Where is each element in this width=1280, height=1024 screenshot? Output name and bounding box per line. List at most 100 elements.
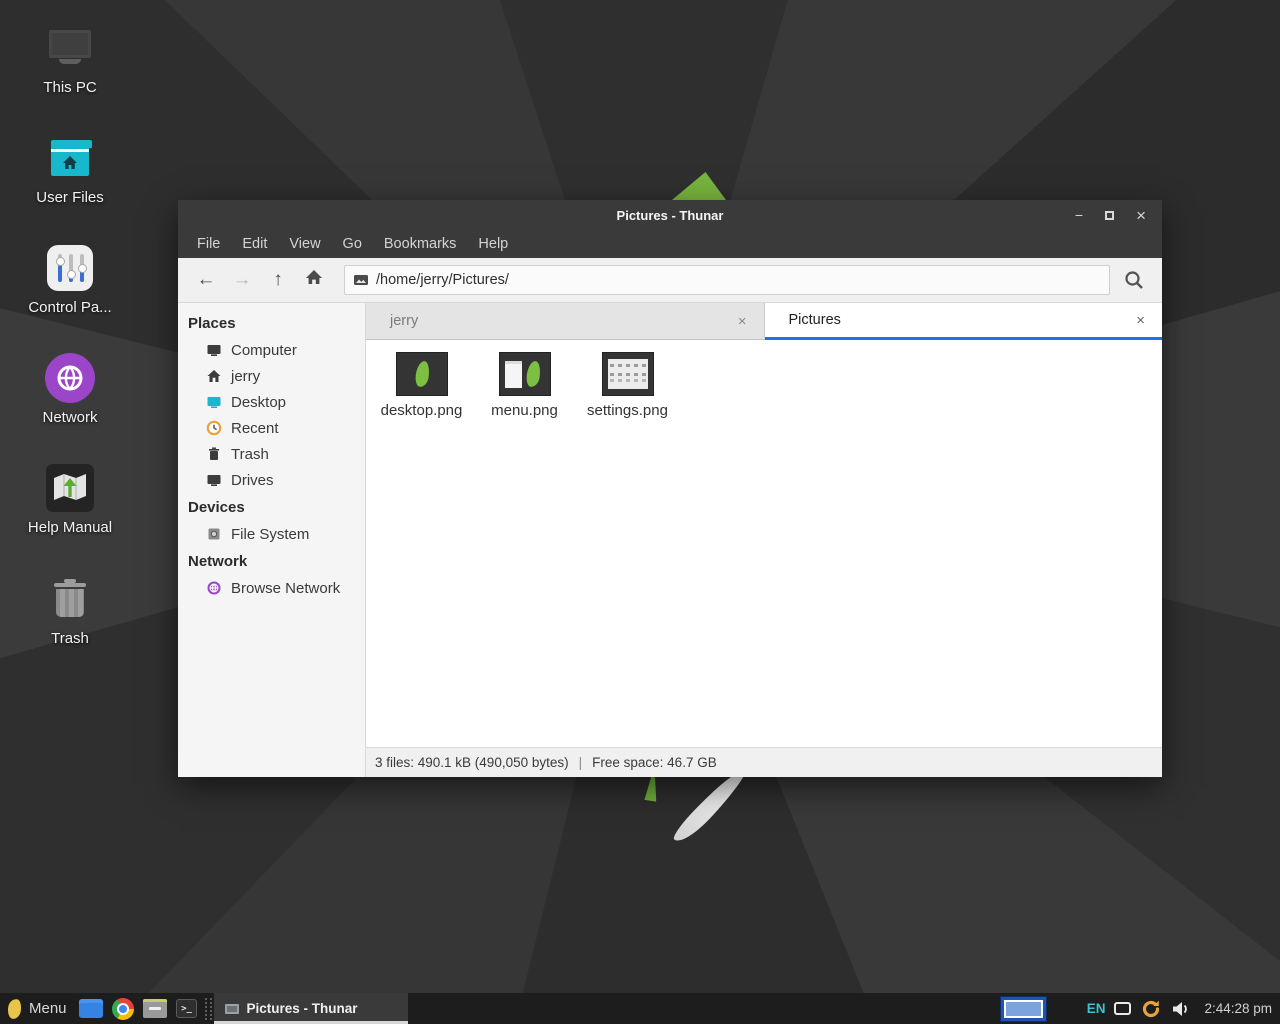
sidebar-item-label: Computer — [231, 342, 297, 359]
computer-icon — [45, 23, 95, 73]
launcher-file-manager[interactable] — [75, 993, 107, 1024]
maximize-icon — [1105, 211, 1114, 220]
titlebar[interactable]: Pictures - Thunar − × — [178, 200, 1162, 230]
recent-clock-icon — [206, 420, 222, 436]
clock[interactable]: 2:44:28 pm — [1204, 1001, 1272, 1016]
chrome-icon — [112, 998, 134, 1020]
menu-button-label: Menu — [29, 1000, 67, 1017]
menu-logo-icon — [7, 998, 23, 1020]
desktop-icon-help-manual[interactable]: Help Manual — [10, 463, 130, 536]
taskbar: Menu >_ Pictures - Thunar EN 2:44:28 — [0, 993, 1280, 1024]
tab-jerry[interactable]: jerry × — [366, 303, 765, 340]
file-name: desktop.png — [370, 402, 473, 419]
desktop-icon-label: Help Manual — [10, 519, 130, 536]
tab-close-icon[interactable]: × — [1136, 312, 1145, 329]
menu-view[interactable]: View — [278, 236, 331, 252]
volume-icon[interactable] — [1171, 1001, 1191, 1017]
task-button-thunar[interactable]: Pictures - Thunar — [214, 993, 408, 1024]
search-button[interactable] — [1114, 269, 1154, 291]
file-name: menu.png — [473, 402, 576, 419]
status-free-space-text: Free space: 46.7 GB — [592, 755, 717, 770]
sidebar-item-label: Drives — [231, 472, 274, 489]
trash-icon — [45, 574, 95, 624]
sidebar-item-label: Browse Network — [231, 580, 340, 597]
thunar-window: Pictures - Thunar − × File Edit View Go … — [178, 200, 1162, 777]
status-separator: | — [579, 755, 583, 770]
drive-icon — [206, 526, 222, 542]
desktop-icon-user-files[interactable]: User Files — [10, 133, 130, 206]
help-manual-icon — [45, 463, 95, 513]
file-item-settings-png[interactable]: settings.png — [576, 348, 679, 419]
updates-available-icon[interactable] — [1140, 998, 1162, 1020]
clipboard-icon[interactable] — [1114, 1002, 1131, 1015]
keyboard-layout-indicator[interactable]: EN — [1087, 1001, 1106, 1016]
back-button[interactable]: ← — [190, 269, 222, 291]
desktop-icon-this-pc[interactable]: This PC — [10, 23, 130, 96]
home-button[interactable] — [298, 269, 330, 291]
tab-pictures[interactable]: Pictures × — [765, 303, 1163, 340]
maximize-button[interactable] — [1105, 208, 1114, 222]
terminal-icon: >_ — [176, 999, 197, 1018]
sidebar-section-devices: Devices — [178, 493, 365, 521]
applications-menu-button[interactable]: Menu — [0, 993, 75, 1024]
up-button[interactable]: ↑ — [262, 269, 294, 291]
tasklist-grip-handle[interactable] — [205, 998, 212, 1020]
sidebar-item-drives[interactable]: Drives — [178, 467, 365, 493]
minimize-button[interactable]: − — [1075, 208, 1083, 222]
toolbar: ← → ↑ /home/jerry/Pictures/ — [178, 258, 1162, 303]
desktop-icon-control-panel[interactable]: Control Pa... — [10, 243, 130, 316]
sidebar-item-computer[interactable]: Computer — [178, 337, 365, 363]
image-file-icon — [353, 273, 369, 287]
home-icon — [305, 269, 323, 285]
sidebar-item-label: File System — [231, 526, 309, 543]
image-thumbnail — [602, 352, 654, 396]
file-view[interactable]: desktop.png menu.png settings.png — [366, 340, 1162, 747]
desktop-icon-label: Control Pa... — [10, 299, 130, 316]
menubar: File Edit View Go Bookmarks Help — [178, 230, 1162, 258]
sidebar-item-file-system[interactable]: File System — [178, 521, 365, 547]
menu-help[interactable]: Help — [467, 236, 519, 252]
image-thumbnail — [396, 352, 448, 396]
menu-file[interactable]: File — [186, 236, 231, 252]
launcher-terminal[interactable]: >_ — [171, 993, 203, 1024]
status-bar: 3 files: 490.1 kB (490,050 bytes) | Free… — [366, 747, 1162, 777]
menu-go[interactable]: Go — [332, 236, 373, 252]
close-button[interactable]: × — [1136, 207, 1146, 224]
network-globe-icon — [45, 353, 95, 403]
sidebar-item-browse-network[interactable]: Browse Network — [178, 575, 365, 601]
file-name: settings.png — [576, 402, 679, 419]
drives-icon — [206, 472, 222, 488]
forward-button[interactable]: → — [226, 269, 258, 291]
trash-icon — [206, 446, 222, 462]
desktop-icon-trash[interactable]: Trash — [10, 574, 130, 647]
sidebar-section-places: Places — [178, 309, 365, 337]
status-files-text: 3 files: 490.1 kB (490,050 bytes) — [375, 755, 569, 770]
file-item-desktop-png[interactable]: desktop.png — [370, 348, 473, 419]
path-text: /home/jerry/Pictures/ — [376, 272, 509, 288]
launcher-chrome[interactable] — [107, 993, 139, 1024]
sidebar-item-label: Trash — [231, 446, 269, 463]
sidebar-section-network: Network — [178, 547, 365, 575]
tab-bar: jerry × Pictures × — [366, 303, 1162, 340]
sidebar-item-desktop[interactable]: Desktop — [178, 389, 365, 415]
sidebar-item-trash[interactable]: Trash — [178, 441, 365, 467]
search-icon — [1123, 269, 1145, 291]
computer-icon — [206, 342, 222, 358]
control-panel-icon — [45, 243, 95, 293]
desktop-icon-label: Trash — [10, 630, 130, 647]
tab-close-icon[interactable]: × — [738, 313, 747, 330]
menu-bookmarks[interactable]: Bookmarks — [373, 236, 468, 252]
desktop-icon — [206, 394, 222, 410]
file-item-menu-png[interactable]: menu.png — [473, 348, 576, 419]
menu-edit[interactable]: Edit — [231, 236, 278, 252]
workspace-1[interactable] — [1004, 1000, 1043, 1018]
launcher-archive[interactable] — [139, 993, 171, 1024]
sidebar-item-jerry[interactable]: jerry — [178, 363, 365, 389]
image-thumbnail — [499, 352, 551, 396]
wallpaper-logo-fragment — [644, 776, 659, 801]
system-tray: EN 2:44:28 pm — [1087, 998, 1280, 1020]
workspace-pager[interactable] — [1000, 996, 1047, 1022]
sidebar-item-recent[interactable]: Recent — [178, 415, 365, 441]
desktop-icon-network[interactable]: Network — [10, 353, 130, 426]
path-bar[interactable]: /home/jerry/Pictures/ — [344, 265, 1110, 295]
